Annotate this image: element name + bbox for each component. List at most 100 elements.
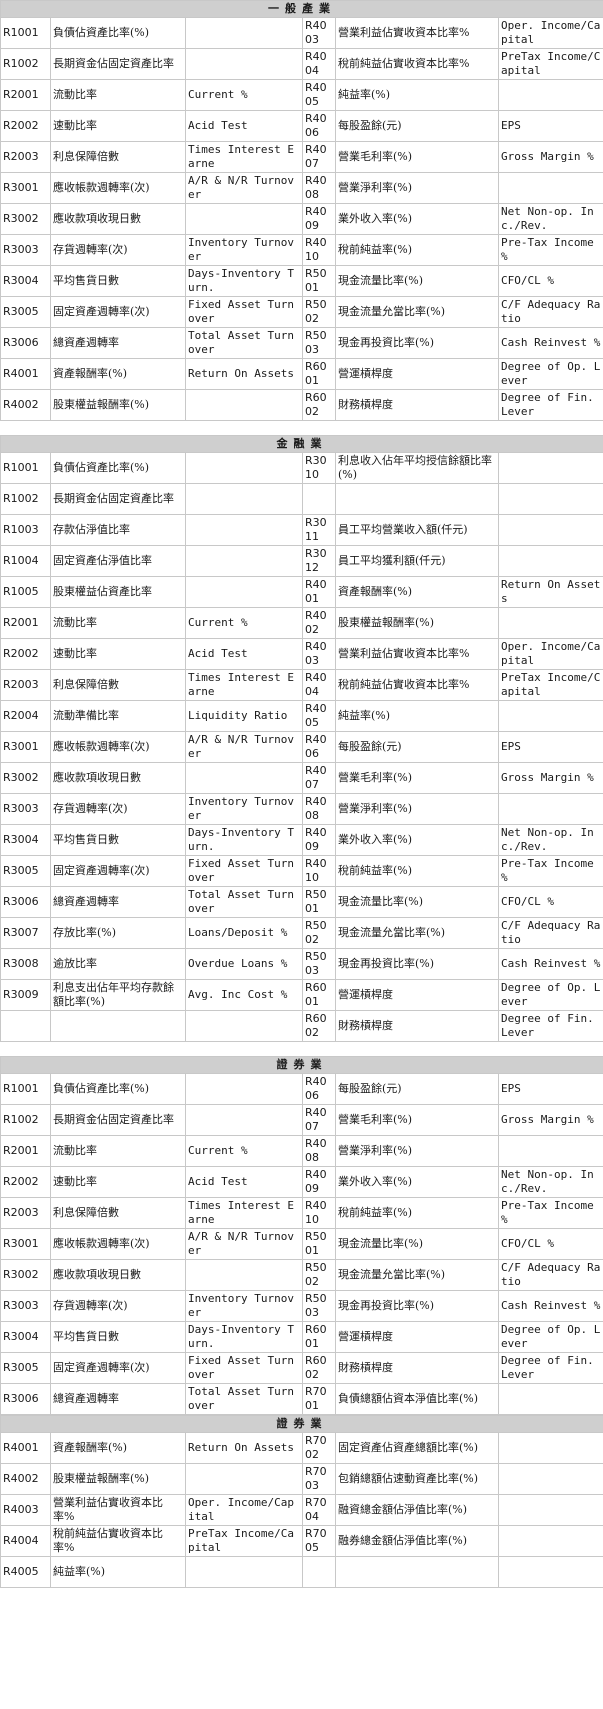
english-cell: Degree of Fin. Lever <box>497 1010 603 1042</box>
code-cell: R1001 <box>0 1073 51 1105</box>
code-cell: R1002 <box>0 48 51 80</box>
section-title: 證券業 <box>0 1056 603 1074</box>
name-cell: 純益率(%) <box>335 700 499 732</box>
code-cell <box>0 1010 51 1042</box>
name-cell: 營運槓桿度 <box>335 979 499 1011</box>
code-cell: R3008 <box>0 948 51 980</box>
english-cell: Net Non-op. Inc./Rev. <box>497 824 603 856</box>
section-title: 金融業 <box>0 435 603 453</box>
code-cell: R6001 <box>302 979 336 1011</box>
name-cell: 股東權益佔資產比率 <box>50 576 186 608</box>
name-cell: 存放比率(%) <box>50 917 186 949</box>
english-cell: Times Interest Earne <box>185 141 303 173</box>
code-cell: R4009 <box>302 824 336 856</box>
english-cell: CFO/CL % <box>497 1228 603 1260</box>
english-cell <box>497 1383 603 1415</box>
table-row: R3004 平均售貨日數 Days-Inventory Turn. R6001 營運槓桿… <box>0 1321 603 1353</box>
english-cell <box>497 1432 603 1464</box>
table-row: R2003 利息保障倍數 Times Interest Earne R4007 營業毛利… <box>0 141 603 173</box>
english-cell: Pre-Tax Income % <box>497 234 603 266</box>
table-row: R1004 固定資產佔淨值比率 R3012 員工平均獲利額(仟元) <box>0 545 603 577</box>
english-cell: Liquidity Ratio <box>185 700 303 732</box>
english-cell: Total Asset Turnover <box>185 327 303 359</box>
english-cell <box>497 1525 603 1557</box>
name-cell: 總資產週轉率 <box>50 1383 186 1415</box>
english-cell <box>497 700 603 732</box>
name-cell: 流動準備比率 <box>50 700 186 732</box>
english-cell: Current % <box>185 607 303 639</box>
name-cell: 資產報酬率(%) <box>335 576 499 608</box>
code-cell: R5003 <box>302 327 336 359</box>
english-cell: CFO/CL % <box>497 265 603 297</box>
code-cell: R3001 <box>0 172 51 204</box>
name-cell: 包銷總額佔速動資產比率(%) <box>335 1463 499 1495</box>
code-cell: R4007 <box>302 1104 336 1136</box>
name-cell: 應收帳款週轉率(次) <box>50 172 186 204</box>
code-cell: R3006 <box>0 1383 51 1415</box>
english-cell: Cash Reinvest % <box>497 948 603 980</box>
english-cell: Current % <box>185 79 303 111</box>
english-cell: Return On Assets <box>185 1432 303 1464</box>
english-cell: Net Non-op. Inc./Rev. <box>497 203 603 235</box>
code-cell: R3004 <box>0 1321 51 1353</box>
name-cell: 營業利益佔實收資本比率% <box>335 17 499 49</box>
english-cell: Degree of Fin. Lever <box>497 389 603 421</box>
code-cell: R4004 <box>302 48 336 80</box>
english-cell: A/R & N/R Turnover <box>185 1228 303 1260</box>
code-cell: R6002 <box>302 1010 336 1042</box>
code-cell: R7004 <box>302 1494 336 1526</box>
name-cell <box>50 1010 186 1042</box>
name-cell: 純益率(%) <box>335 79 499 111</box>
name-cell: 營業毛利率(%) <box>335 141 499 173</box>
english-cell <box>497 607 603 639</box>
code-cell: R3012 <box>302 545 336 577</box>
name-cell: 營運槓桿度 <box>335 358 499 390</box>
name-cell: 稅前純益佔實收資本比率% <box>335 48 499 80</box>
code-cell: R2002 <box>0 1166 51 1198</box>
code-cell: R3002 <box>0 203 51 235</box>
code-cell: R2002 <box>0 638 51 670</box>
name-cell: 總資產週轉率 <box>50 886 186 918</box>
name-cell: 長期資金佔固定資產比率 <box>50 48 186 80</box>
name-cell: 存款佔淨值比率 <box>50 514 186 546</box>
table-row: R3001 應收帳款週轉率(次) A/R & N/R Turnover R5001 現金… <box>0 1228 603 1260</box>
english-cell <box>185 762 303 794</box>
name-cell: 現金流量允當比率(%) <box>335 1259 499 1291</box>
code-cell: R3005 <box>0 855 51 887</box>
name-cell: 股東權益報酬率(%) <box>50 1463 186 1495</box>
english-cell: Oper. Income/Capital <box>497 17 603 49</box>
english-cell <box>185 576 303 608</box>
name-cell: 業外收入率(%) <box>335 203 499 235</box>
financial-ratio-codes-document: 一般產業 R1001 負債佔資產比率(%) R4003 營業利益佔實收資本比率% Oper… <box>0 0 603 1709</box>
name-cell: 平均售貨日數 <box>50 265 186 297</box>
code-cell: R4007 <box>302 141 336 173</box>
english-cell <box>185 389 303 421</box>
code-cell: R7005 <box>302 1525 336 1557</box>
code-cell: R1002 <box>0 483 51 515</box>
code-cell: R3009 <box>0 979 51 1011</box>
table-row: R3002 應收款項收現日數 R5002 現金流量允當比率(%) C/F Adequac… <box>0 1259 603 1291</box>
table-row: R3003 存貨週轉率(次) Inventory Turnover R5003 現金再投… <box>0 1290 603 1322</box>
code-cell: R4004 <box>302 669 336 701</box>
code-cell: R7001 <box>302 1383 336 1415</box>
name-cell: 現金流量允當比率(%) <box>335 296 499 328</box>
english-cell <box>185 17 303 49</box>
table-row: R1001 負債佔資產比率(%) R4003 營業利益佔實收資本比率% Oper. In… <box>0 17 603 49</box>
english-cell <box>497 172 603 204</box>
code-cell: R4007 <box>302 762 336 794</box>
code-cell: R3004 <box>0 265 51 297</box>
code-cell: R3003 <box>0 234 51 266</box>
table-row: R3007 存放比率(%) Loans/Deposit % R5002 現金流量允當比率… <box>0 917 603 949</box>
english-cell: PreTax Income/Capital <box>497 669 603 701</box>
code-cell: R4008 <box>302 793 336 825</box>
table-row: R2003 利息保障倍數 Times Interest Earne R4010 稅前純益… <box>0 1197 603 1229</box>
name-cell: 股東權益報酬率(%) <box>335 607 499 639</box>
table-row: R3002 應收款項收現日數 R4009 業外收入率(%) Net Non-op. In… <box>0 203 603 235</box>
name-cell: 固定資產週轉率(次) <box>50 855 186 887</box>
code-cell: R4006 <box>302 731 336 763</box>
name-cell: 營業淨利率(%) <box>335 793 499 825</box>
code-cell: R4002 <box>0 1463 51 1495</box>
english-cell: Days-Inventory Turn. <box>185 824 303 856</box>
code-cell: R4006 <box>302 1073 336 1105</box>
english-cell: Acid Test <box>185 110 303 142</box>
